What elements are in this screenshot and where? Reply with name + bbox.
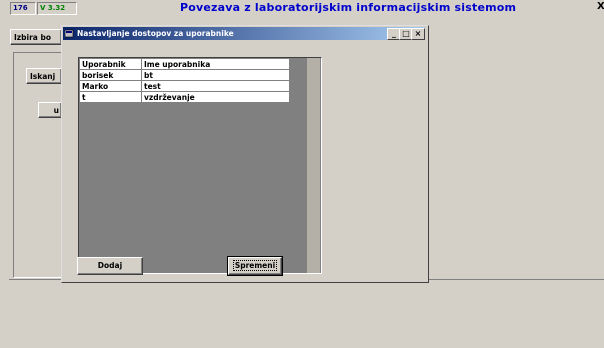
table-row[interactable]: borisek bt — [79, 69, 290, 81]
add-button[interactable]: Dodaj — [77, 257, 143, 275]
app-close-button[interactable]: X — [597, 1, 604, 12]
window-icon — [65, 29, 74, 38]
change-button[interactable]: Spremeni — [227, 256, 283, 276]
dialog-title: Nastavljanje dostopov za uporabnike — [77, 29, 234, 38]
lower-panel — [9, 279, 604, 348]
change-button-label: Spremeni — [232, 260, 278, 271]
cell-uporabnik[interactable]: Marko — [79, 80, 142, 92]
izbira-button[interactable]: Izbira bo — [10, 29, 62, 45]
column-header-ime-uporabnika[interactable]: Ime uporabnika — [141, 58, 290, 70]
cell-uporabnik[interactable]: t — [79, 91, 142, 103]
app-header: 176 V 3.32 Povezava z laboratorijskim in… — [0, 0, 604, 16]
table-row[interactable]: t vzdrževanje — [79, 91, 290, 103]
app-title: Povezava z laboratorijskim informacijski… — [180, 1, 517, 14]
version-label: V 3.32 — [37, 2, 77, 15]
dialog-titlebar[interactable]: Nastavljanje dostopov za uporabnike _ □ … — [63, 27, 425, 40]
close-button[interactable]: × — [411, 28, 425, 40]
cell-uporabnik[interactable]: borisek — [79, 69, 142, 81]
cell-ime-uporabnika[interactable]: vzdrževanje — [141, 91, 290, 103]
user-access-dialog: Nastavljanje dostopov za uporabnike _ □ … — [61, 25, 429, 283]
table-header-row: Uporabnik Ime uporabnika — [79, 58, 290, 70]
cell-ime-uporabnika[interactable]: bt — [141, 69, 290, 81]
cell-ime-uporabnika[interactable]: test — [141, 80, 290, 92]
record-number: 176 — [10, 2, 36, 15]
table-row[interactable]: Marko test — [79, 80, 290, 92]
grid-scroll-area[interactable] — [307, 58, 320, 273]
iskanje-button[interactable]: Iskanj — [26, 68, 62, 84]
u-button[interactable]: u — [38, 102, 62, 118]
column-header-uporabnik[interactable]: Uporabnik — [79, 58, 142, 70]
users-grid[interactable]: Uporabnik Ime uporabnika borisek bt Mark… — [78, 57, 322, 274]
users-table: Uporabnik Ime uporabnika borisek bt Mark… — [79, 58, 290, 103]
